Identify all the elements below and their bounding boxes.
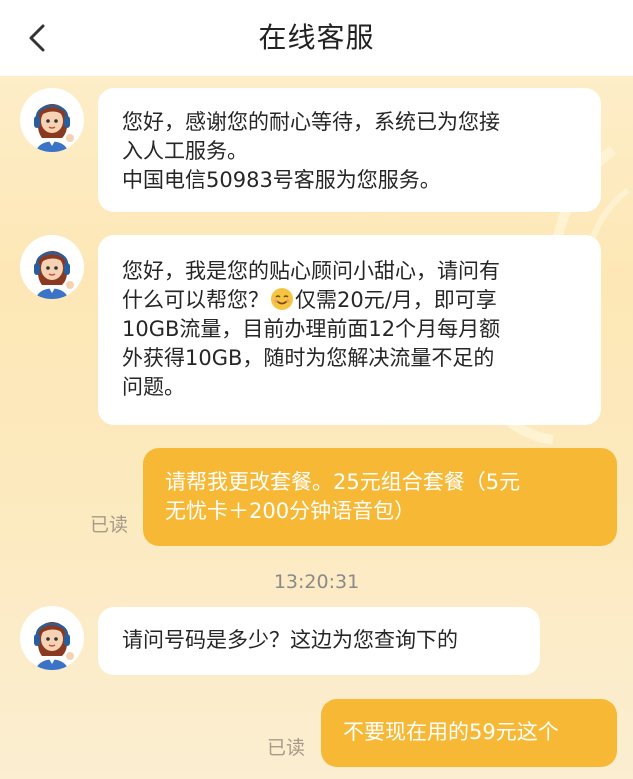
message-bubble-agent: 您好，我是您的贴心顾问小甜心，请问有 什么可以帮您？ 仅需20元/月，即可享 10… [98,235,601,425]
message-text: 您好，感谢您的耐心等待，系统已为您接 [122,110,500,134]
message-timestamp: 13:20:31 [273,571,360,593]
message-text: 问题。 [122,375,185,399]
message-text: 不要现在用的59元这个 [343,720,559,744]
smiling-face-emoji-icon [271,288,293,310]
message-text: 入人工服务。 [122,139,248,163]
message-bubble-user: 请帮我更改套餐。25元组合套餐（5元 无忧卡＋200分钟语音包） [143,448,617,546]
message-text: 外获得10GB，随时为您解决流量不足的 [122,346,495,370]
message-text: 请帮我更改套餐。25元组合套餐（5元 [165,470,521,494]
message-bubble-agent: 请问号码是多少？这边为您查询下的 [98,607,540,675]
read-status: 已读 [267,737,306,759]
message-text: 请问号码是多少？这边为您查询下的 [122,628,458,652]
message-bubble-agent: 您好，感谢您的耐心等待，系统已为您接 入人工服务。 中国电信50983号客服为您… [98,88,601,212]
message-text: 什么可以帮您？ [122,288,269,312]
page-title: 在线客服 [258,21,375,54]
message-text-line: 什么可以帮您？ 仅需20元/月，即可享 [122,286,577,315]
message-text: 10GB流量，目前办理前面12个月每月额 [122,317,501,341]
message-text: 仅需20元/月，即可享 [295,288,497,312]
message-text: 您好，我是您的贴心顾问小甜心，请问有 [122,259,500,283]
agent-avatar-image [21,236,83,299]
agent-avatar-image [21,89,83,152]
header-bar: 在线客服 [0,0,633,76]
agent-avatar[interactable] [20,235,84,299]
message-text: 无忧卡＋200分钟语音包） [165,499,416,523]
read-status: 已读 [90,514,129,536]
agent-avatar-image [21,607,83,670]
message-bubble-user: 不要现在用的59元这个 [321,699,617,767]
message-text: 中国电信50983号客服为您服务。 [122,168,441,192]
agent-avatar[interactable] [20,88,84,152]
agent-avatar[interactable] [20,606,84,670]
